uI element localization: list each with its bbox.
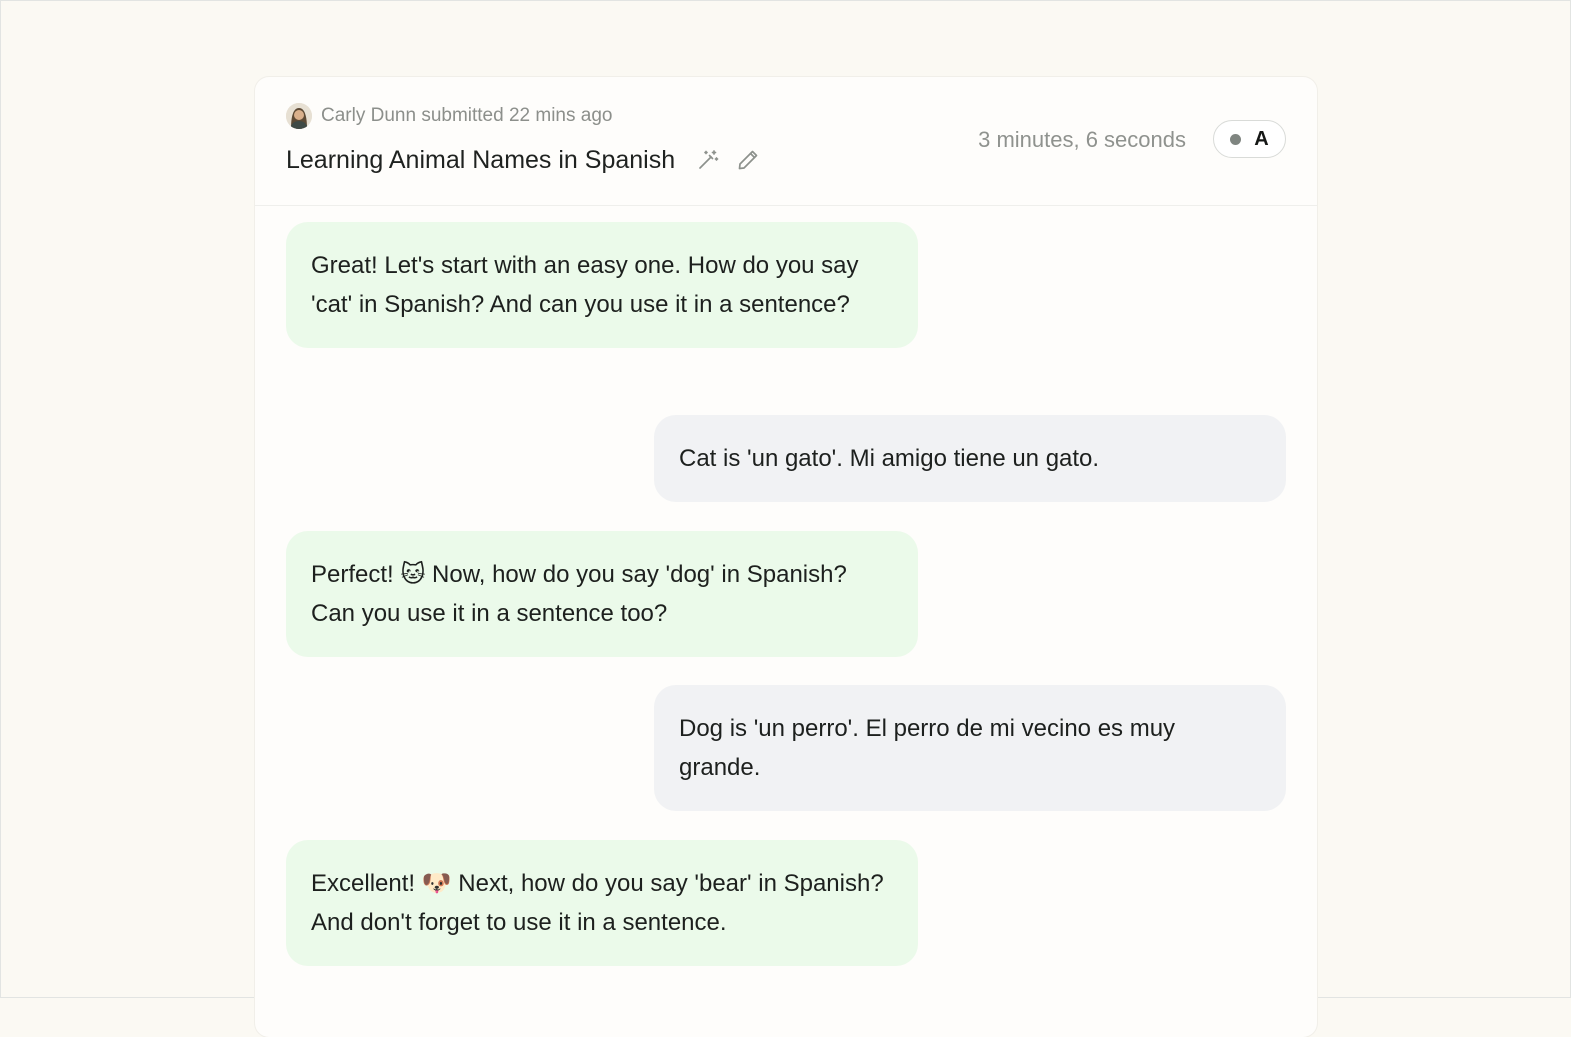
submission-card: Carly Dunn submitted 22 mins ago Learnin…	[255, 77, 1317, 1037]
pencil-icon[interactable]	[735, 147, 761, 173]
user-message: Cat is 'un gato'. Mi amigo tiene un gato…	[654, 415, 1286, 502]
submitter-text: Carly Dunn submitted 22 mins ago	[321, 105, 613, 126]
assistant-message: Perfect! 🐱 Now, how do you say 'dog' in …	[286, 531, 918, 657]
assistant-message: Excellent! 🐶 Next, how do you say 'bear'…	[286, 840, 918, 966]
user-message: Dog is 'un perro'. El perro de mi vecino…	[654, 685, 1286, 811]
grade-letter: A	[1254, 127, 1269, 150]
magic-wand-icon[interactable]	[695, 147, 721, 173]
title-row: Learning Animal Names in Spanish	[286, 143, 775, 177]
status-dot-icon	[1230, 133, 1242, 145]
assistant-message: Great! Let's start with an easy one. How…	[286, 222, 918, 348]
grade-badge[interactable]: A	[1213, 120, 1286, 158]
card-header: Carly Dunn submitted 22 mins ago Learnin…	[255, 77, 1317, 206]
conversation-title: Learning Animal Names in Spanish	[286, 145, 676, 174]
session-duration: 3 minutes, 6 seconds	[978, 127, 1186, 152]
submitter-info: Carly Dunn submitted 22 mins ago	[286, 102, 612, 130]
avatar	[286, 103, 312, 129]
